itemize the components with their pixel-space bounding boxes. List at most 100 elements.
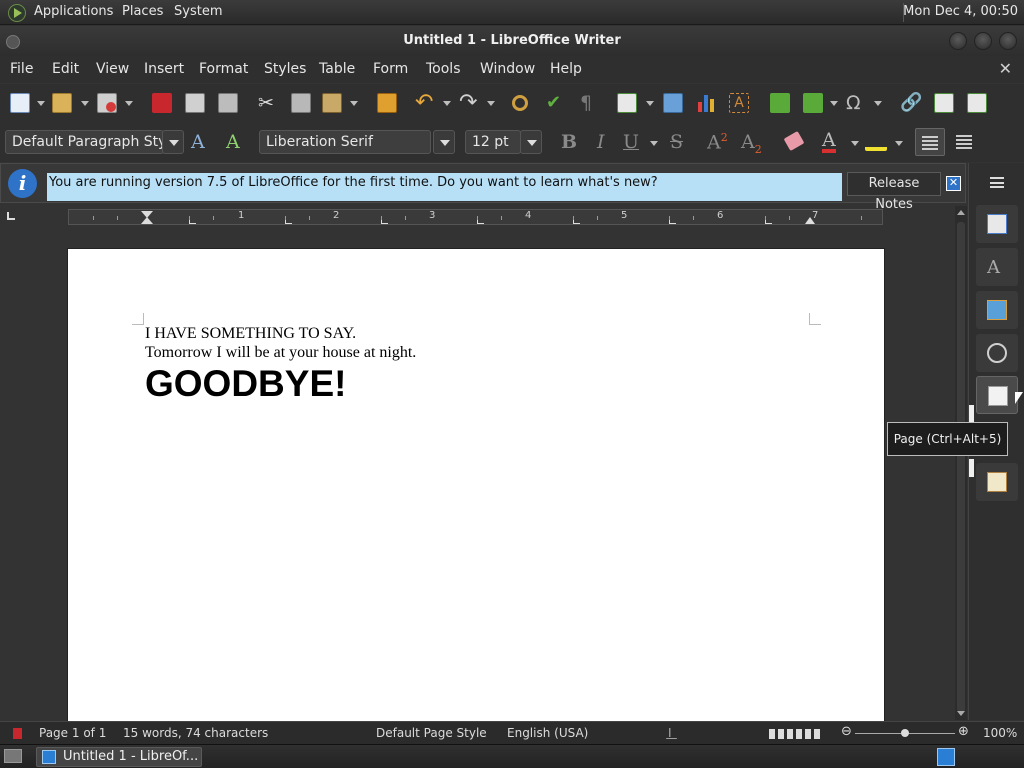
panel-menu-system[interactable]: System xyxy=(174,4,222,19)
underline-icon[interactable]: U xyxy=(623,131,639,153)
export-pdf-icon[interactable] xyxy=(152,93,172,113)
taskbar-window-button[interactable]: Untitled 1 - LibreOf... xyxy=(36,747,202,767)
redo-icon[interactable]: ↷ xyxy=(459,92,479,114)
panel-clock[interactable]: Mon Dec 4, 00:50 xyxy=(903,4,1018,19)
paste-dropdown-icon[interactable] xyxy=(350,101,358,106)
insert-hyperlink-icon[interactable]: 🔗 xyxy=(900,93,922,113)
tab-stop[interactable] xyxy=(189,220,196,224)
status-word-count[interactable]: 15 words, 74 characters xyxy=(123,726,268,740)
menu-table[interactable]: Table xyxy=(319,61,355,77)
font-name-dropdown-icon[interactable] xyxy=(433,130,455,154)
sidebar-styles-button[interactable]: A xyxy=(976,248,1018,286)
insert-page-break-icon[interactable] xyxy=(770,93,790,113)
insert-table-icon[interactable] xyxy=(617,93,637,113)
find-replace-icon[interactable] xyxy=(512,95,528,111)
status-language[interactable]: English (USA) xyxy=(507,726,588,740)
menu-help[interactable]: Help xyxy=(550,61,582,77)
status-zoom[interactable]: 100% xyxy=(983,726,1017,740)
save-icon[interactable] xyxy=(97,93,117,113)
minimize-button[interactable] xyxy=(949,32,967,50)
superscript-icon[interactable]: A2 xyxy=(707,131,728,153)
sidebar-resize-handle[interactable] xyxy=(969,459,974,477)
tab-stop-selector-icon[interactable] xyxy=(7,212,15,220)
paragraph-style-dropdown-icon[interactable] xyxy=(162,130,184,154)
left-indent-marker[interactable] xyxy=(141,217,153,224)
text-cursor-mode-icon[interactable]: I͟ xyxy=(668,726,672,740)
new-document-icon[interactable] xyxy=(10,93,30,113)
font-size-combo[interactable]: 12 pt xyxy=(465,130,521,154)
update-style-icon[interactable]: A xyxy=(191,131,205,153)
tray-writer-icon[interactable] xyxy=(937,748,955,766)
open-folder-icon[interactable] xyxy=(52,93,72,113)
menu-view[interactable]: View xyxy=(96,61,129,77)
scroll-up-icon[interactable] xyxy=(957,210,965,215)
clear-formatting-icon[interactable] xyxy=(783,130,805,152)
redo-dropdown-icon[interactable] xyxy=(487,101,495,106)
new-dropdown-icon[interactable] xyxy=(37,101,45,106)
scrollbar-thumb[interactable] xyxy=(957,222,965,712)
insert-footnote-icon[interactable] xyxy=(934,93,954,113)
maximize-button[interactable] xyxy=(974,32,992,50)
close-document-icon[interactable]: ✕ xyxy=(999,59,1012,78)
distro-logo-icon[interactable] xyxy=(8,4,26,22)
document-line[interactable]: I HAVE SOMETHING TO SAY. xyxy=(145,325,356,343)
document-heading[interactable]: GOODBYE! xyxy=(145,363,346,405)
menu-tools[interactable]: Tools xyxy=(426,61,461,77)
sidebar-gallery-button[interactable] xyxy=(976,291,1018,329)
insert-endnote-icon[interactable] xyxy=(967,93,987,113)
align-left-icon[interactable] xyxy=(915,128,945,156)
panel-menu-applications[interactable]: Applications xyxy=(34,4,113,19)
strikethrough-icon[interactable]: S xyxy=(670,131,683,153)
formatting-marks-icon[interactable]: ¶ xyxy=(580,93,600,113)
font-size-dropdown-icon[interactable] xyxy=(520,130,542,154)
underline-dropdown-icon[interactable] xyxy=(650,141,658,146)
paragraph-style-combo[interactable]: Default Paragraph Style xyxy=(5,130,164,154)
document-modified-icon[interactable] xyxy=(13,728,22,739)
menu-insert[interactable]: Insert xyxy=(144,61,184,77)
scroll-down-icon[interactable] xyxy=(957,711,965,716)
font-color-dropdown-icon[interactable] xyxy=(851,141,859,146)
document-canvas[interactable]: I HAVE SOMETHING TO SAY. Tomorrow I will… xyxy=(0,228,955,728)
font-name-combo[interactable]: Liberation Serif xyxy=(259,130,431,154)
insert-chart-icon[interactable] xyxy=(696,93,716,113)
bold-icon[interactable]: B xyxy=(561,131,577,153)
insert-field-icon[interactable] xyxy=(803,93,823,113)
insert-image-icon[interactable] xyxy=(663,93,683,113)
highlight-color-icon[interactable] xyxy=(865,133,887,151)
italic-icon[interactable]: I xyxy=(597,131,605,153)
print-preview-icon[interactable] xyxy=(218,93,238,113)
special-character-dropdown-icon[interactable] xyxy=(874,101,882,106)
sidebar-page-button[interactable] xyxy=(976,376,1018,414)
horizontal-ruler[interactable]: 1 2 3 4 5 6 7 xyxy=(68,209,883,225)
zoom-out-icon[interactable]: ⊖ xyxy=(841,724,852,739)
tab-stop[interactable] xyxy=(477,220,484,224)
menu-format[interactable]: Format xyxy=(199,61,248,77)
zoom-in-icon[interactable]: ⊕ xyxy=(958,724,969,739)
release-notes-button[interactable]: Release Notes xyxy=(847,172,941,212)
spelling-icon[interactable]: ✔ xyxy=(546,93,566,113)
menu-form[interactable]: Form xyxy=(373,61,408,77)
new-style-icon[interactable]: A xyxy=(226,131,240,153)
menu-file[interactable]: File xyxy=(10,61,33,77)
menu-window[interactable]: Window xyxy=(480,61,535,77)
sidebar-navigator-button[interactable] xyxy=(976,334,1018,372)
align-center-icon[interactable] xyxy=(953,128,975,156)
show-desktop-icon[interactable] xyxy=(4,749,22,763)
window-titlebar[interactable]: Untitled 1 - LibreOffice Writer xyxy=(0,26,1024,56)
document-line[interactable]: Tomorrow I will be at your house at nigh… xyxy=(145,344,416,362)
open-dropdown-icon[interactable] xyxy=(81,101,89,106)
sidebar-manage-changes-button[interactable] xyxy=(976,463,1018,501)
document-page[interactable]: I HAVE SOMETHING TO SAY. Tomorrow I will… xyxy=(67,248,885,728)
menu-styles[interactable]: Styles xyxy=(264,61,306,77)
undo-dropdown-icon[interactable] xyxy=(443,101,451,106)
clone-formatting-icon[interactable] xyxy=(377,93,397,113)
zoom-slider-knob[interactable] xyxy=(901,729,909,737)
tab-stop[interactable] xyxy=(285,220,292,224)
insert-textbox-icon[interactable]: A xyxy=(729,93,749,113)
special-character-icon[interactable]: Ω xyxy=(846,93,866,113)
sidebar-menu-icon[interactable] xyxy=(990,177,1004,188)
close-infobar-icon[interactable]: ✕ xyxy=(946,176,961,191)
paste-icon[interactable] xyxy=(322,93,342,113)
view-layout-icon[interactable] xyxy=(769,729,823,739)
menu-edit[interactable]: Edit xyxy=(52,61,79,77)
